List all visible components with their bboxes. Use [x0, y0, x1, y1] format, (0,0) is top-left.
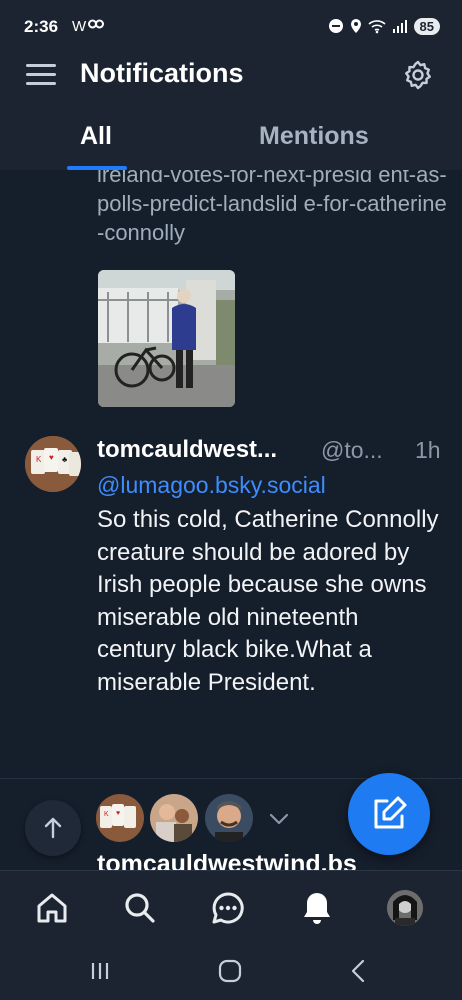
nav-profile-avatar[interactable]	[387, 890, 423, 926]
home-button[interactable]	[216, 957, 244, 985]
svg-text:K: K	[104, 811, 109, 818]
gear-icon	[405, 60, 431, 90]
back-button[interactable]	[345, 957, 373, 985]
settings-button[interactable]	[402, 59, 434, 91]
post-image[interactable]	[98, 270, 235, 407]
tab-mentions[interactable]: Mentions	[259, 122, 369, 151]
nav-home[interactable]	[33, 889, 71, 927]
page-title: Notifications	[80, 58, 244, 88]
tab-all[interactable]: All	[80, 122, 112, 151]
post-author[interactable]: tomcauldwest...	[97, 436, 277, 464]
link-text[interactable]: ireland-votes-for-next-presid ent-as-pol…	[97, 170, 447, 247]
chevron-down-icon	[269, 813, 289, 825]
bottom-navigation	[0, 870, 462, 945]
post-time: 1h	[415, 437, 441, 463]
compose-button[interactable]	[348, 773, 430, 855]
search-icon	[125, 893, 155, 923]
svg-text:♥: ♥	[49, 453, 54, 462]
location-icon	[350, 19, 361, 33]
app-indicator: W	[72, 18, 87, 35]
pencil-square-icon	[374, 796, 407, 829]
notifications-feed[interactable]: ireland-votes-for-next-presid ent-as-pol…	[0, 170, 462, 870]
arrow-up-icon	[44, 817, 62, 839]
post-handle[interactable]: @to...	[321, 437, 383, 464]
post-text: So this cold, Catherine Connolly creatur…	[97, 506, 439, 696]
recent-apps-button[interactable]	[86, 957, 114, 985]
home-icon	[37, 893, 67, 923]
notification-avatar-1[interactable]: K ♥	[96, 794, 144, 842]
nav-chat[interactable]	[209, 889, 247, 927]
status-icons: 85	[328, 16, 440, 36]
mention-link[interactable]: @lumagoo.bsky.social	[97, 472, 326, 499]
svg-text:♥: ♥	[116, 810, 120, 817]
svg-text:♣: ♣	[62, 455, 68, 464]
scroll-to-top-button[interactable]	[25, 800, 81, 856]
notification-avatar-2[interactable]	[150, 794, 198, 842]
author-avatar[interactable]: K ♥ ♣	[25, 436, 81, 492]
status-bar: 2:36 W 85	[0, 0, 462, 50]
battery-indicator: 85	[413, 17, 440, 35]
app-header: Notifications All Mentions	[0, 50, 462, 170]
dnd-icon	[328, 19, 343, 33]
home-square-icon	[218, 959, 242, 983]
bell-icon	[304, 893, 330, 924]
nav-search[interactable]	[121, 889, 159, 927]
back-chevron-icon	[351, 959, 365, 983]
recent-apps-icon	[91, 963, 109, 979]
chat-icon	[212, 892, 244, 924]
menu-button[interactable]	[26, 64, 56, 85]
nav-notifications[interactable]	[298, 889, 336, 927]
notification-avatar-3[interactable]	[205, 794, 253, 842]
wifi-icon	[367, 20, 386, 34]
expand-button[interactable]	[266, 808, 292, 830]
link-indicator-icon	[88, 19, 104, 29]
status-time: 2:36	[24, 17, 59, 36]
system-navigation	[0, 945, 462, 1000]
svg-text:K: K	[36, 455, 42, 464]
signal-icon	[392, 20, 407, 33]
hamburger-icon	[26, 64, 56, 67]
notification-text[interactable]: tomcauldwestwind.bs	[97, 850, 357, 870]
